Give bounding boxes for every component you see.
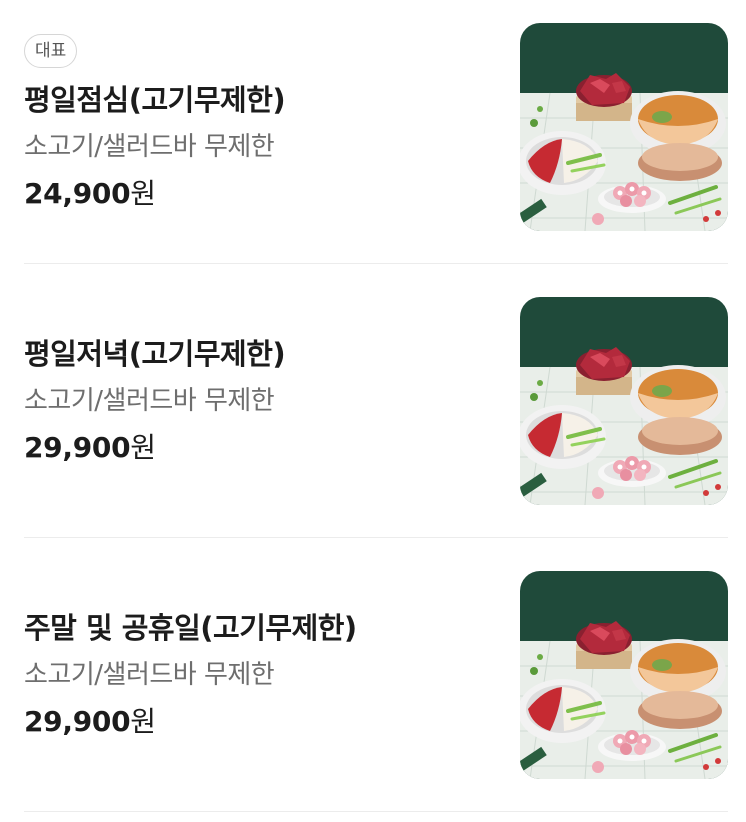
menu-list: 대표 평일점심(고기무제한) 소고기/샐러드바 무제한 24,900원 평일저녁… (0, 0, 746, 822)
price-currency: 원 (130, 177, 156, 210)
menu-item-price: 24,900원 (24, 174, 494, 214)
menu-item-name: 평일저녁(고기무제한) (24, 337, 286, 371)
price-value: 29,900 (24, 431, 131, 464)
representative-badge: 대표 (24, 34, 78, 68)
price-value: 24,900 (24, 177, 131, 210)
menu-item-description: 소고기/샐러드바 무제한 (24, 660, 275, 690)
price-value: 29,900 (24, 705, 131, 738)
menu-item-name: 평일점심(고기무제한) (24, 83, 286, 117)
menu-item-weekday-lunch[interactable]: 대표 평일점심(고기무제한) 소고기/샐러드바 무제한 24,900원 (24, 0, 728, 264)
menu-item-weekday-dinner[interactable]: 평일저녁(고기무제한) 소고기/샐러드바 무제한 29,900원 (24, 264, 728, 538)
hotpot-photo-icon (520, 297, 728, 505)
hotpot-photo-icon (520, 571, 728, 779)
menu-item-info: 대표 평일점심(고기무제한) 소고기/샐러드바 무제한 24,900원 (24, 34, 494, 214)
menu-item-description: 소고기/샐러드바 무제한 (24, 386, 275, 416)
menu-item-description: 소고기/샐러드바 무제한 (24, 132, 275, 162)
hotpot-photo-icon (520, 23, 728, 231)
price-currency: 원 (130, 705, 156, 738)
menu-item-info: 평일저녁(고기무제한) 소고기/샐러드바 무제한 29,900원 (24, 334, 494, 468)
price-currency: 원 (130, 431, 156, 464)
menu-item-name: 주말 및 공휴일(고기무제한) (24, 611, 357, 645)
menu-item-price: 29,900원 (24, 428, 494, 468)
menu-item-weekend-holiday[interactable]: 주말 및 공휴일(고기무제한) 소고기/샐러드바 무제한 29,900원 (24, 538, 728, 812)
menu-item-info: 주말 및 공휴일(고기무제한) 소고기/샐러드바 무제한 29,900원 (24, 608, 494, 742)
menu-item-price: 29,900원 (24, 702, 494, 742)
